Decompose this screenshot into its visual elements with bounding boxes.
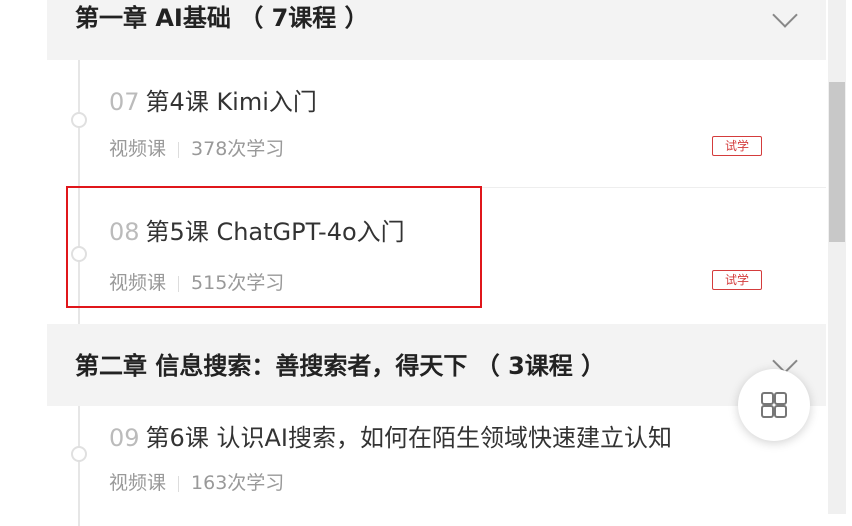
scrollbar-track[interactable]	[828, 0, 846, 514]
timeline-dot	[71, 446, 87, 462]
chevron-down-icon[interactable]	[772, 2, 798, 28]
meta-divider	[178, 141, 180, 158]
lesson-item-09[interactable]: 09 第6课 认识AI搜索，如何在陌生领域快速建立认知 视频课 163次学习	[47, 406, 826, 526]
lesson-number: 09	[109, 424, 140, 452]
chapter-header-2[interactable]: 第二章 信息搜索：善搜索者，得天下 （ 3课程 ）	[47, 324, 826, 406]
trial-badge[interactable]: 试学	[712, 136, 762, 156]
lesson-title[interactable]: 09 第6课 认识AI搜索，如何在陌生领域快速建立认知	[109, 418, 672, 453]
chapter-header-1[interactable]: 第一章 AI基础 （ 7课程 ）	[47, 0, 826, 60]
chapter-title: 第一章 AI基础 （ 7课程 ）	[75, 4, 369, 32]
lesson-meta: 视频课 163次学习	[109, 468, 284, 495]
lesson-name: 第6课 认识AI搜索，如何在陌生领域快速建立认知	[145, 424, 672, 452]
lesson-item-07[interactable]: 07 第4课 Kimi入门 视频课 378次学习 试学	[47, 60, 826, 188]
highlight-box	[66, 186, 482, 308]
scrollbar-thumb[interactable]	[829, 82, 845, 242]
timeline-line	[78, 406, 80, 526]
lesson-meta: 视频课 378次学习	[109, 134, 284, 161]
chapter-title: 第二章 信息搜索：善搜索者，得天下 （ 3课程 ）	[75, 352, 606, 380]
lesson-number: 07	[109, 88, 140, 116]
study-count: 163次学习	[191, 472, 285, 494]
grid-icon	[761, 392, 787, 418]
lesson-name: 第4课 Kimi入门	[145, 88, 317, 116]
lesson-type: 视频课	[109, 472, 167, 494]
lesson-type: 视频课	[109, 138, 167, 160]
meta-divider	[178, 475, 180, 492]
study-count: 378次学习	[191, 138, 285, 160]
floating-menu-button[interactable]	[738, 369, 810, 441]
timeline-dot	[71, 112, 87, 128]
trial-badge[interactable]: 试学	[712, 270, 762, 290]
lesson-title[interactable]: 07 第4课 Kimi入门	[109, 82, 317, 117]
